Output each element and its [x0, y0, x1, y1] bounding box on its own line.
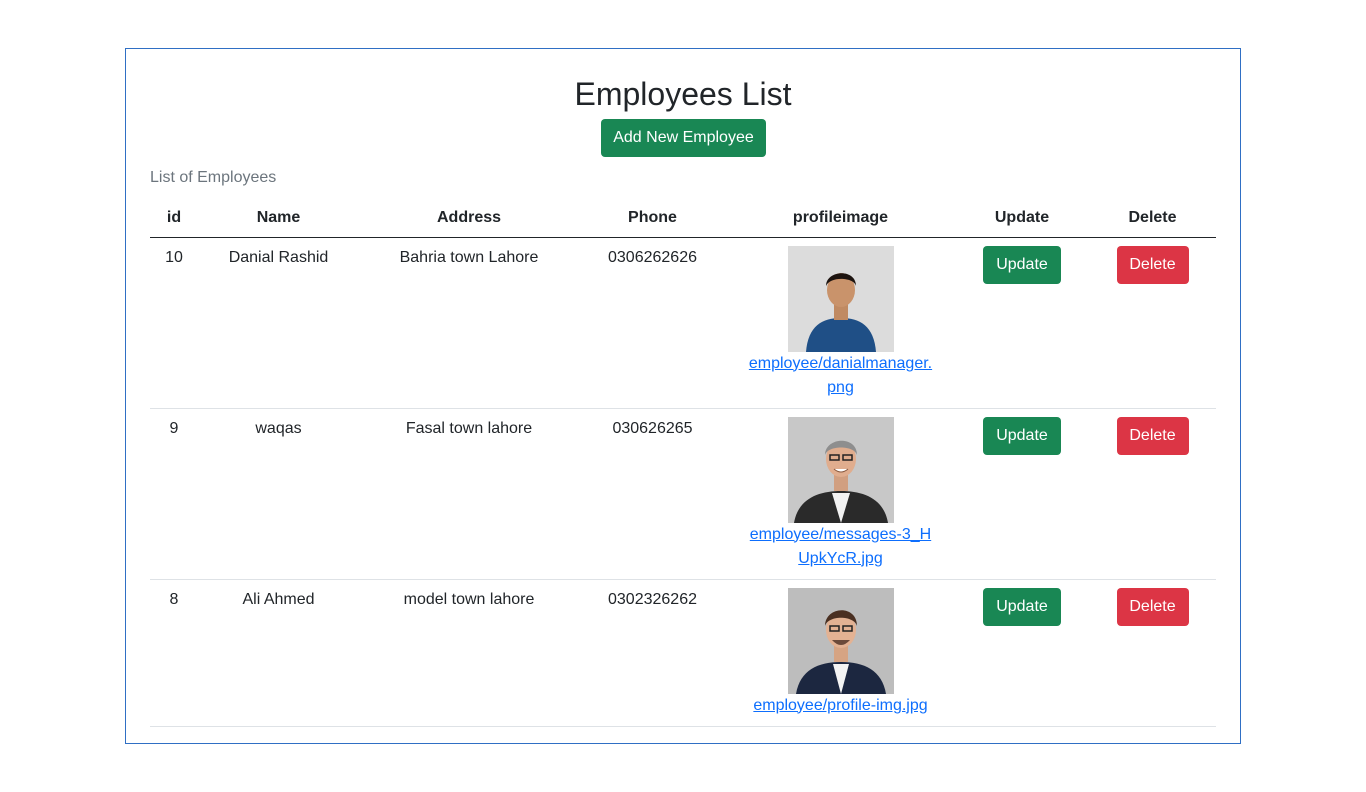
cell-delete: Delete — [1089, 237, 1216, 409]
cell-address: model town lahore — [359, 579, 579, 727]
header-update: Update — [955, 199, 1089, 238]
cell-phone: 030626265 — [579, 408, 726, 580]
cell-name: Ali Ahmed — [198, 579, 359, 727]
delete-button[interactable]: Delete — [1116, 245, 1189, 284]
cell-delete: Delete — [1089, 579, 1216, 727]
table-caption: List of Employees — [150, 169, 277, 186]
profile-photo — [787, 416, 894, 523]
table-row: 8 Ali Ahmed model town lahore 0302326262 — [150, 579, 1216, 727]
header-address: Address — [359, 199, 579, 238]
cell-phone: 0302326262 — [579, 579, 726, 727]
profile-image-link[interactable]: employee/danialmanager.png — [746, 352, 936, 400]
cell-profileimage: employee/messages-3_HUpkYcR.jpg — [726, 408, 955, 580]
cell-profileimage: employee/profile-img.jpg — [726, 579, 955, 727]
page-title: Employees List — [574, 76, 792, 112]
table-header-row: id Name Address Phone profileimage Updat… — [150, 199, 1216, 238]
cell-address: Bahria town Lahore — [359, 237, 579, 409]
cell-update: Update — [955, 408, 1089, 580]
delete-button[interactable]: Delete — [1116, 416, 1189, 455]
cell-profileimage: employee/danialmanager.png — [726, 237, 955, 409]
cell-delete: Delete — [1089, 408, 1216, 580]
cell-address: Fasal town lahore — [359, 408, 579, 580]
profile-photo — [787, 245, 894, 352]
cell-update: Update — [955, 237, 1089, 409]
cell-phone: 0306262626 — [579, 237, 726, 409]
table-row: 10 Danial Rashid Bahria town Lahore 0306… — [150, 237, 1216, 409]
header-id: id — [150, 199, 198, 238]
update-button[interactable]: Update — [983, 245, 1061, 284]
profile-image-link[interactable]: employee/messages-3_HUpkYcR.jpg — [746, 523, 936, 571]
table-row: 9 waqas Fasal town lahore 030626265 empl… — [150, 408, 1216, 580]
profile-photo — [787, 587, 894, 694]
delete-button[interactable]: Delete — [1116, 587, 1189, 626]
cell-id: 10 — [150, 237, 198, 409]
header-name: Name — [198, 199, 359, 238]
cell-id: 9 — [150, 408, 198, 580]
cell-id: 8 — [150, 579, 198, 727]
cell-name: waqas — [198, 408, 359, 580]
update-button[interactable]: Update — [983, 416, 1061, 455]
employees-card: Employees List Add New Employee List of … — [125, 48, 1241, 744]
cell-update: Update — [955, 579, 1089, 727]
header-profileimage: profileimage — [726, 199, 955, 238]
add-new-employee-button[interactable]: Add New Employee — [601, 119, 766, 157]
employees-table: id Name Address Phone profileimage Updat… — [150, 199, 1216, 727]
update-button[interactable]: Update — [983, 587, 1061, 626]
profile-image-link[interactable]: employee/profile-img.jpg — [746, 694, 936, 718]
cell-name: Danial Rashid — [198, 237, 359, 409]
header-phone: Phone — [579, 199, 726, 238]
header-delete: Delete — [1089, 199, 1216, 238]
